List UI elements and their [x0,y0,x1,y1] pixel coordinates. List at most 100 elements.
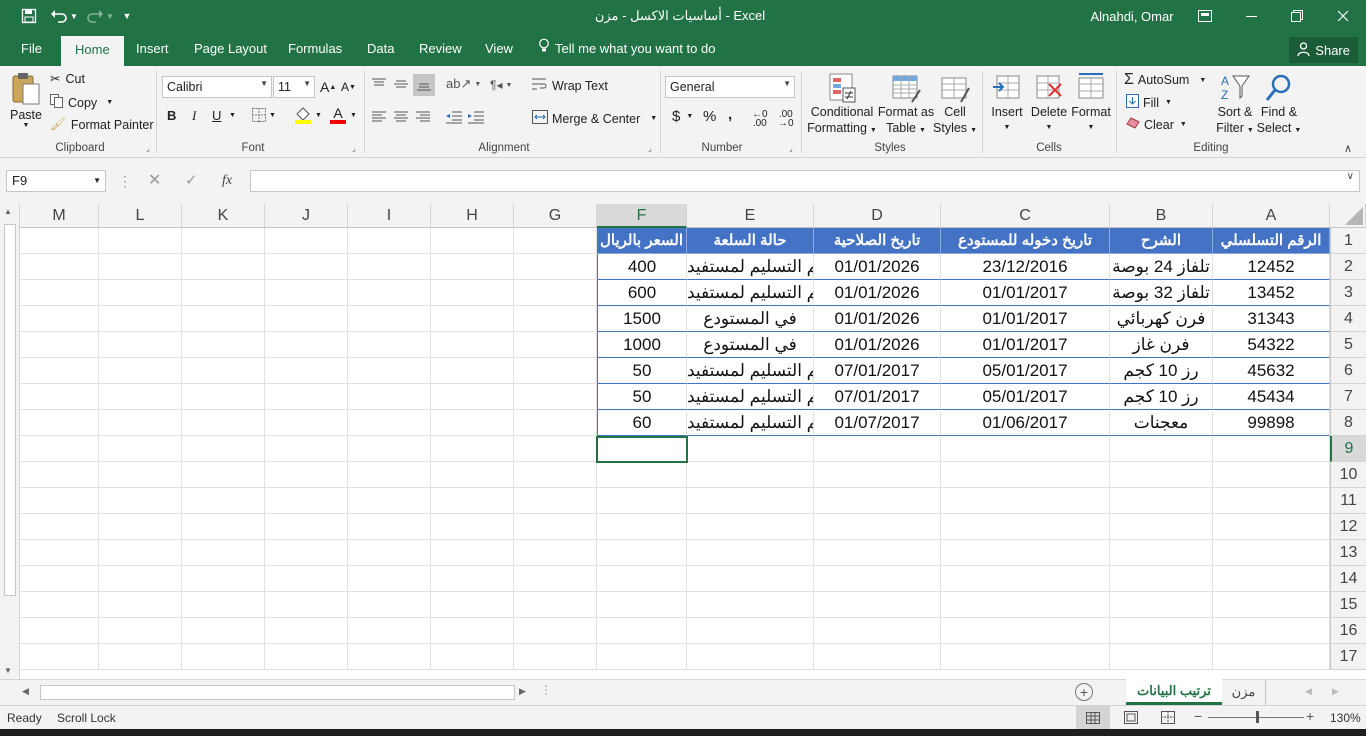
confirm-entry-icon[interactable]: ✓ [185,170,198,192]
cell-styles-button[interactable]: Cell Styles ▼ [933,72,977,139]
conditional-formatting-button[interactable]: Conditional Formatting ▼ [807,72,877,139]
empty-cell[interactable] [514,540,597,566]
increase-decimal-icon[interactable]: ←0.00 [752,110,768,129]
empty-cell[interactable] [941,592,1110,618]
empty-cell[interactable] [99,540,182,566]
column-header-g[interactable]: G [514,204,597,228]
scroll-up-icon[interactable]: ▲ [4,207,12,216]
table-cell[interactable]: فرن غاز [1110,332,1213,358]
empty-cell[interactable] [1213,540,1330,566]
user-name[interactable]: Alnahdi, Omar [1082,0,1182,32]
zoom-slider-thumb[interactable] [1256,711,1259,723]
empty-cell[interactable] [431,566,514,592]
column-header-i[interactable]: I [348,204,431,228]
insert-cells-button[interactable]: Insert ▼ [988,72,1026,136]
currency-button[interactable]: $ ▼ [672,108,693,125]
number-format-select[interactable]: General ▼ [665,76,795,98]
column-header-e[interactable]: E [687,204,814,228]
bold-button[interactable]: B [167,108,176,123]
empty-cell[interactable] [1110,592,1213,618]
table-cell[interactable]: في المستودع [687,332,814,358]
empty-cell[interactable] [814,566,941,592]
empty-cell[interactable] [514,566,597,592]
empty-cell[interactable] [265,410,348,436]
tab-data[interactable]: Data [367,32,394,66]
find-select-button[interactable]: Find & Select ▼ [1257,72,1301,139]
empty-cell[interactable] [814,618,941,644]
empty-cell[interactable] [1213,618,1330,644]
font-launcher-icon[interactable]: ⌟ [352,144,356,153]
empty-cell[interactable] [597,566,687,592]
redo-icon[interactable]: ▼ [86,0,114,32]
table-cell[interactable]: 01/01/2026 [814,280,941,306]
empty-cell[interactable] [687,462,814,488]
empty-cell[interactable] [20,644,99,670]
font-size-select[interactable]: 11 ▼ [273,76,315,98]
row-header-7[interactable]: 7 [1330,384,1366,410]
row-header-2[interactable]: 2 [1330,254,1366,280]
table-header-cell[interactable]: الرقم التسلسلي [1213,228,1330,254]
table-cell[interactable]: تم التسليم لمستفيد [687,280,814,306]
empty-cell[interactable] [431,358,514,384]
column-header-c[interactable]: C [941,204,1110,228]
empty-cell[interactable] [431,280,514,306]
empty-cell[interactable] [1213,514,1330,540]
empty-cell[interactable] [182,618,265,644]
empty-cell[interactable] [687,436,814,462]
table-cell[interactable]: 01/01/2026 [814,332,941,358]
empty-cell[interactable] [99,462,182,488]
table-cell[interactable]: 50 [597,384,687,410]
table-cell[interactable]: 45434 [1213,384,1330,410]
format-as-table-button[interactable]: Format as Table ▼ [878,72,934,139]
empty-cell[interactable] [941,540,1110,566]
column-header-j[interactable]: J [265,204,348,228]
empty-cell[interactable] [99,358,182,384]
empty-cell[interactable] [431,540,514,566]
cancel-entry-icon[interactable]: ✕ [148,170,161,192]
table-cell[interactable]: 01/06/2017 [941,410,1110,436]
restore-icon[interactable] [1284,0,1310,32]
empty-cell[interactable] [514,254,597,280]
empty-cell[interactable] [814,462,941,488]
empty-cell[interactable] [348,462,431,488]
empty-cell[interactable] [182,644,265,670]
empty-cell[interactable] [265,306,348,332]
empty-cell[interactable] [1110,566,1213,592]
empty-cell[interactable] [514,384,597,410]
empty-cell[interactable] [20,462,99,488]
empty-cell[interactable] [597,462,687,488]
table-header-cell[interactable]: تاريخ دخوله للمستودع [941,228,1110,254]
zoom-in-icon[interactable]: + [1306,708,1314,724]
empty-cell[interactable] [182,592,265,618]
table-cell[interactable]: 1000 [597,332,687,358]
empty-cell[interactable] [348,488,431,514]
table-cell[interactable]: تم التسليم لمستفيد [687,384,814,410]
orientation-icon[interactable]: ab↗ ▼ [446,76,481,92]
table-cell[interactable]: في المستودع [687,306,814,332]
row-header-3[interactable]: 3 [1330,280,1366,306]
empty-cell[interactable] [99,592,182,618]
row-header-5[interactable]: 5 [1330,332,1366,358]
font-color-dropdown-icon[interactable]: ▼ [350,112,357,119]
column-header-l[interactable]: L [99,204,182,228]
empty-cell[interactable] [265,436,348,462]
column-header-a[interactable]: A [1213,204,1330,228]
row-header-15[interactable]: 15 [1330,592,1366,618]
table-cell[interactable]: 31343 [1213,306,1330,332]
vertical-scroll-thumb[interactable] [4,224,16,596]
zoom-level[interactable]: 130% [1330,711,1361,725]
text-direction-icon[interactable]: ¶◂ ▼ [490,78,512,92]
empty-cell[interactable] [99,618,182,644]
table-cell[interactable]: رز 10 كجم [1110,358,1213,384]
empty-cell[interactable] [182,358,265,384]
empty-cell[interactable] [20,436,99,462]
delete-cells-button[interactable]: Delete ▼ [1030,72,1068,136]
cut-button[interactable]: ✂ Cut [50,71,85,87]
ribbon-display-icon[interactable] [1192,0,1218,32]
column-header-k[interactable]: K [182,204,265,228]
empty-cell[interactable] [431,514,514,540]
empty-cell[interactable] [99,436,182,462]
customize-toolbar-icon[interactable]: ▼ [118,0,136,32]
save-icon[interactable] [16,0,42,32]
table-cell[interactable]: 01/01/2026 [814,306,941,332]
